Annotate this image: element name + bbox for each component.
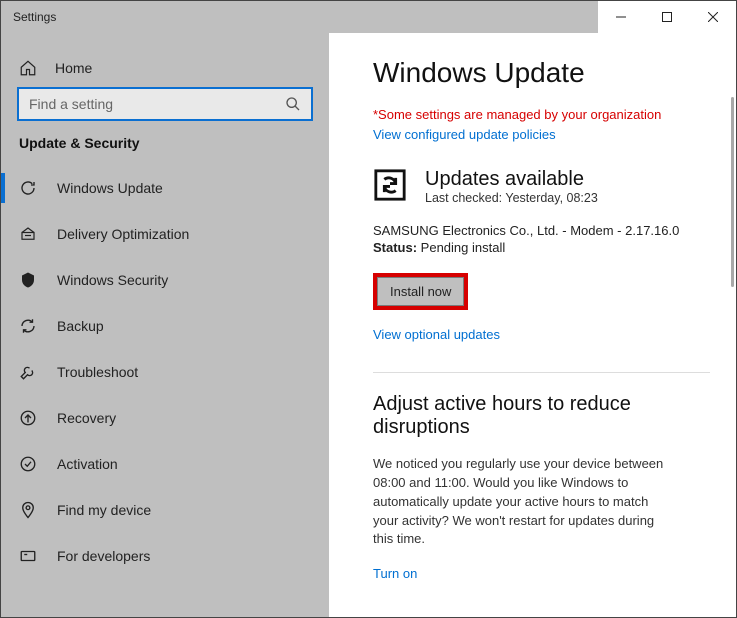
- refresh-icon: [19, 179, 37, 197]
- sidebar-item-windows-security[interactable]: Windows Security: [1, 257, 329, 303]
- sidebar-item-troubleshoot[interactable]: Troubleshoot: [1, 349, 329, 395]
- sidebar-item-delivery-optimization[interactable]: Delivery Optimization: [1, 211, 329, 257]
- policy-notice: *Some settings are managed by your organ…: [373, 107, 710, 122]
- sidebar-item-label: Find my device: [57, 502, 151, 518]
- find-icon: [19, 501, 37, 519]
- developers-icon: [19, 547, 37, 565]
- sidebar-item-label: Delivery Optimization: [57, 226, 189, 242]
- sidebar: Home Update & Security Windows Update De…: [1, 33, 329, 617]
- sidebar-item-label: Backup: [57, 318, 104, 334]
- sidebar-item-label: Recovery: [57, 410, 116, 426]
- home-button[interactable]: Home: [1, 49, 329, 87]
- sidebar-item-label: Activation: [57, 456, 118, 472]
- updates-heading: Updates available: [425, 168, 598, 191]
- search-field[interactable]: [29, 96, 285, 112]
- install-now-highlight: Install now: [373, 273, 468, 310]
- close-button[interactable]: [690, 1, 736, 33]
- recovery-icon: [19, 409, 37, 427]
- sidebar-item-label: Windows Update: [57, 180, 163, 196]
- active-hours-body: We noticed you regularly use your device…: [373, 455, 673, 549]
- sidebar-item-windows-update[interactable]: Windows Update: [1, 165, 329, 211]
- titlebar: Settings: [1, 1, 736, 33]
- troubleshoot-icon: [19, 363, 37, 381]
- home-icon: [19, 59, 37, 77]
- nav-list: Windows Update Delivery Optimization Win…: [1, 165, 329, 579]
- optional-updates-link[interactable]: View optional updates: [373, 327, 500, 342]
- policy-link[interactable]: View configured update policies: [373, 127, 556, 142]
- turn-on-link[interactable]: Turn on: [373, 566, 417, 581]
- search-input[interactable]: [17, 87, 313, 121]
- minimize-button[interactable]: [598, 1, 644, 33]
- window-title: Settings: [13, 10, 598, 24]
- page-title: Windows Update: [373, 57, 710, 89]
- update-status-header: Updates available Last checked: Yesterda…: [373, 168, 710, 205]
- window-controls: [598, 1, 736, 33]
- sidebar-item-label: For developers: [57, 548, 150, 564]
- sidebar-item-find-my-device[interactable]: Find my device: [1, 487, 329, 533]
- category-header: Update & Security: [1, 135, 329, 165]
- divider: [373, 372, 710, 373]
- sync-icon: [373, 168, 407, 202]
- sidebar-item-label: Windows Security: [57, 272, 168, 288]
- delivery-icon: [19, 225, 37, 243]
- backup-icon: [19, 317, 37, 335]
- home-label: Home: [55, 60, 92, 76]
- update-device-line: SAMSUNG Electronics Co., Ltd. - Modem - …: [373, 223, 710, 238]
- main-content: Windows Update *Some settings are manage…: [329, 33, 736, 617]
- sidebar-item-for-developers[interactable]: For developers: [1, 533, 329, 579]
- sidebar-item-backup[interactable]: Backup: [1, 303, 329, 349]
- maximize-button[interactable]: [644, 1, 690, 33]
- last-checked: Last checked: Yesterday, 08:23: [425, 191, 598, 205]
- shield-icon: [19, 271, 37, 289]
- sidebar-item-activation[interactable]: Activation: [1, 441, 329, 487]
- update-status-line: Status: Pending install: [373, 240, 710, 255]
- search-icon: [285, 96, 301, 112]
- sidebar-item-recovery[interactable]: Recovery: [1, 395, 329, 441]
- activation-icon: [19, 455, 37, 473]
- active-hours-title: Adjust active hours to reduce disruption…: [373, 393, 710, 439]
- install-now-button[interactable]: Install now: [377, 277, 464, 306]
- scrollbar[interactable]: [731, 97, 734, 287]
- sidebar-item-label: Troubleshoot: [57, 364, 138, 380]
